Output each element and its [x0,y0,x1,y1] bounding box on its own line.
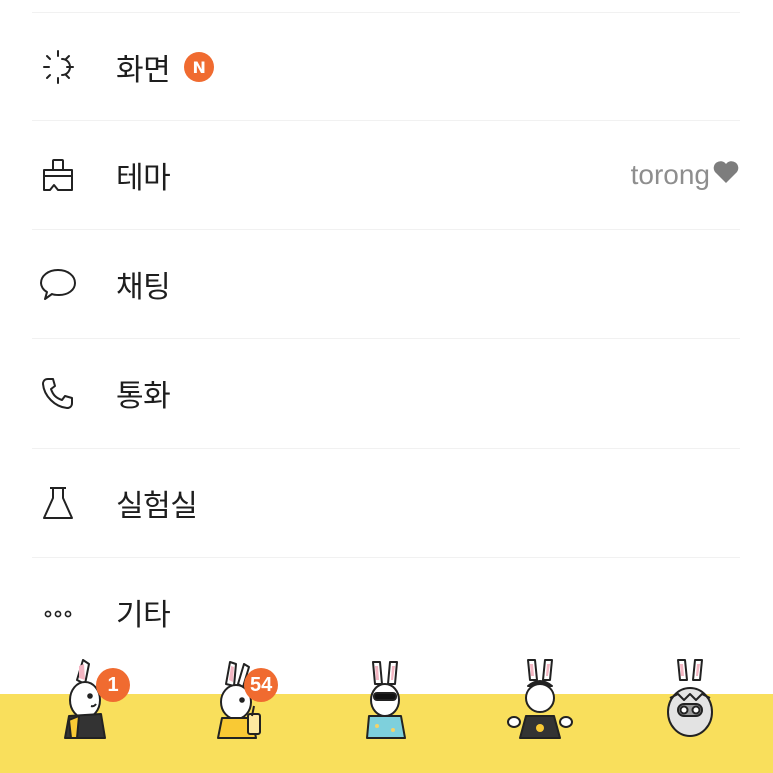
settings-item-label: 테마 [116,161,171,196]
settings-item-label: 실험실 [116,489,198,524]
sun-icon [36,45,80,89]
settings-item-chat[interactable]: 채팅 [32,229,740,338]
tab-view[interactable] [340,650,430,750]
settings-item-theme[interactable]: 테마 torong [32,120,740,229]
settings-item-label: 채팅 [116,270,171,305]
rabbit-sunglasses-icon [345,650,425,750]
settings-item-lab[interactable]: 실험실 [32,448,740,557]
phone-icon [36,371,80,415]
chat-bubble-icon [36,262,80,306]
chats-count-badge: 54 [244,668,279,702]
settings-item-label: 기타 [116,598,171,633]
settings-item-display[interactable]: 화면 N [32,12,740,121]
tab-more[interactable] [645,650,735,750]
flask-icon [36,481,80,525]
settings-item-call[interactable]: 통화 [32,338,740,447]
friends-count-badge: 1 [96,668,130,702]
paint-brush-icon [36,153,80,197]
new-badge: N [184,52,215,82]
rabbit-egg-icon [650,650,730,750]
settings-item-label: 화면 [116,53,171,88]
theme-name: torong [630,159,710,190]
rabbit-cap-icon [500,650,580,750]
theme-value: torong [631,159,740,192]
heart-icon [710,159,740,192]
tab-shopping[interactable] [495,650,585,750]
settings-item-label: 통화 [116,379,171,414]
more-dots-icon [36,590,80,634]
